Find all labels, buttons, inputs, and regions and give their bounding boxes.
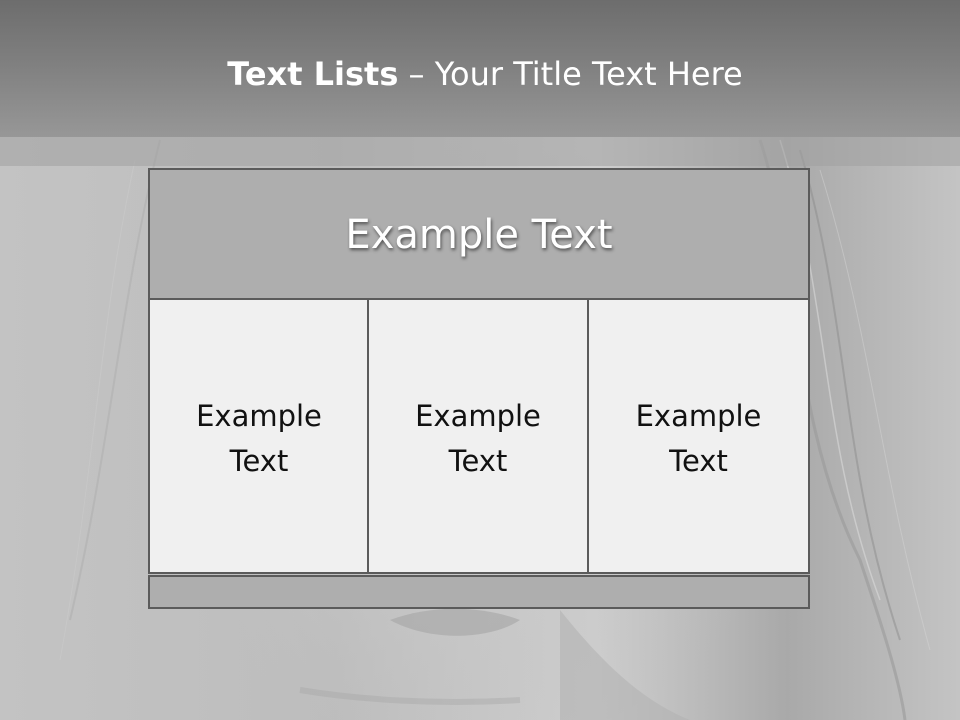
diagram-header-text: Example Text [345,212,613,258]
diagram-column-2-text: Example Text [415,399,541,478]
diagram-footer-bar [148,575,810,609]
text-list-diagram: Example Text Example Text Example Text E… [148,168,810,609]
slide-title-rest: – Your Title Text Here [398,55,743,93]
slide-title: Text Lists – Your Title Text Here [0,52,960,96]
title-sub-band [0,137,960,166]
diagram-column-2: Example Text [367,298,589,574]
diagram-column-3: Example Text [587,298,810,574]
slide: Text Lists – Your Title Text Here Exampl… [0,0,960,720]
diagram-column-1-text: Example Text [196,399,322,478]
diagram-column-3-text: Example Text [635,399,762,478]
diagram-header-box: Example Text [148,168,810,302]
slide-title-bold: Text Lists [227,55,399,93]
diagram-column-1: Example Text [148,298,370,574]
